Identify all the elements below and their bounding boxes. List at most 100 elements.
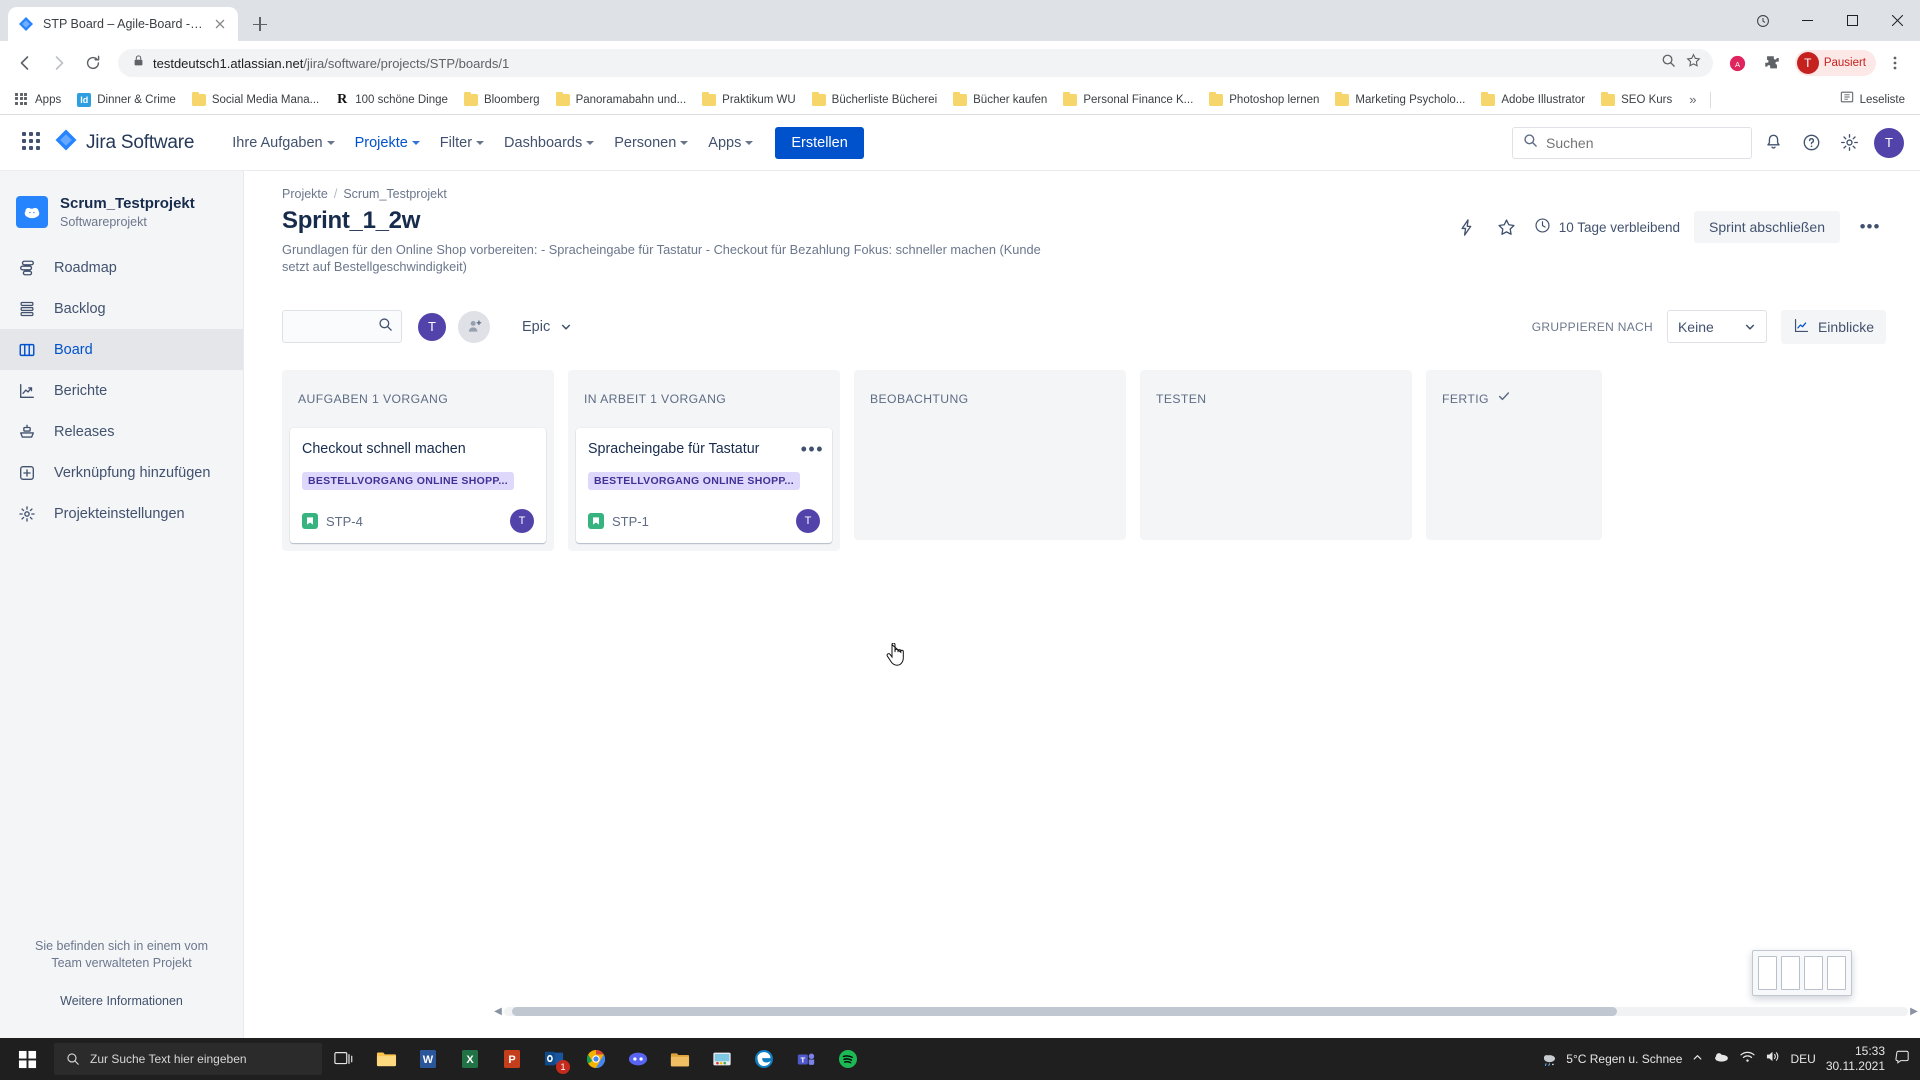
word-icon[interactable]: W — [408, 1038, 448, 1080]
browser-profile-button[interactable]: T Pausiert — [1794, 50, 1876, 76]
sidebar-item-roadmap[interactable]: Roadmap — [0, 247, 243, 288]
back-icon[interactable] — [10, 48, 40, 78]
close-window-button[interactable] — [1875, 0, 1920, 41]
scroll-left-arrow-icon[interactable]: ◀ — [492, 1006, 504, 1017]
sidebar-item-berichte[interactable]: Berichte — [0, 370, 243, 411]
clock-widget[interactable]: 15:33 30.11.2021 — [1826, 1044, 1885, 1074]
task-view-icon[interactable] — [324, 1038, 364, 1080]
sidebar-item-releases[interactable]: Releases — [0, 411, 243, 452]
sidebar-item-board[interactable]: Board — [0, 329, 243, 370]
complete-sprint-button[interactable]: Sprint abschließen — [1694, 211, 1840, 243]
minimize-button[interactable] — [1785, 0, 1830, 41]
sidebar-item-backlog[interactable]: Backlog — [0, 288, 243, 329]
spotify-icon[interactable] — [828, 1038, 868, 1080]
chrome-icon[interactable] — [576, 1038, 616, 1080]
jira-search-box[interactable] — [1512, 126, 1752, 159]
start-button[interactable] — [4, 1038, 50, 1080]
board-search-box[interactable] — [282, 310, 402, 344]
jira-logo[interactable]: Jira Software — [54, 128, 194, 157]
onedrive-icon[interactable] — [1713, 1050, 1730, 1068]
more-info-link[interactable]: Weitere Informationen — [22, 994, 221, 1008]
bookmark-item[interactable]: Photoshop lernen — [1202, 91, 1326, 109]
minimize-to-tray-icon[interactable] — [1740, 0, 1785, 41]
group-by-select[interactable]: Keine — [1666, 310, 1767, 344]
discord-icon[interactable] — [618, 1038, 658, 1080]
scroll-right-arrow-icon[interactable]: ▶ — [1908, 1006, 1920, 1017]
more-actions-button[interactable]: ••• — [1854, 211, 1886, 243]
card-issue-key[interactable]: STP-1 — [612, 514, 649, 529]
epic-tag[interactable]: BESTELLVORGANG ONLINE SHOPP... — [588, 472, 800, 491]
bookmark-item[interactable]: Marketing Psycholo... — [1328, 91, 1472, 109]
reading-list-button[interactable]: Leseliste — [1833, 87, 1912, 112]
nav-item-personen[interactable]: Personen — [604, 127, 698, 159]
insights-button[interactable]: Einblicke — [1780, 309, 1886, 344]
notifications-icon[interactable] — [1756, 126, 1790, 160]
chrome-menu-icon[interactable] — [1880, 48, 1910, 78]
folder-icon[interactable] — [660, 1038, 700, 1080]
star-icon[interactable] — [1494, 214, 1520, 240]
sidebar-item-verknuepfung-hinzufuegen[interactable]: Verknüpfung hinzufügen — [0, 452, 243, 493]
address-bar[interactable]: testdeutsch1.atlassian.net/jira/software… — [118, 49, 1713, 77]
search-input[interactable] — [1546, 134, 1741, 151]
excel-icon[interactable]: X — [450, 1038, 490, 1080]
bookmark-item[interactable]: R 100 schöne Dinge — [328, 90, 455, 110]
outlook-icon[interactable]: 1 — [534, 1038, 574, 1080]
new-tab-button[interactable] — [246, 10, 274, 38]
teams-icon[interactable]: T — [786, 1038, 826, 1080]
card-assignee-avatar[interactable]: T — [796, 509, 820, 534]
bookmark-item[interactable]: Praktikum WU — [695, 91, 802, 109]
bookmark-item[interactable]: Panoramabahn und... — [549, 91, 694, 109]
zoom-search-icon[interactable] — [1661, 53, 1676, 73]
bookmark-item[interactable]: Adobe Illustrator — [1474, 91, 1592, 109]
bookmark-star-icon[interactable] — [1686, 53, 1701, 73]
nav-item-ihre-aufgaben[interactable]: Ihre Aufgaben — [222, 127, 344, 159]
nav-item-projekte[interactable]: Projekte — [345, 127, 430, 159]
add-people-button[interactable] — [458, 310, 490, 343]
breadcrumb-project[interactable]: Scrum_Testprojekt — [343, 187, 447, 201]
bookmark-item[interactable]: Bloomberg — [457, 91, 547, 109]
card-more-actions-button[interactable]: ••• — [801, 440, 824, 458]
network-icon[interactable] — [1740, 1050, 1756, 1068]
page-title[interactable]: Sprint_1_2w — [282, 207, 1414, 235]
extensions-puzzle-icon[interactable] — [1757, 48, 1787, 78]
project-header[interactable]: Scrum_Testprojekt Softwareprojekt — [0, 189, 243, 247]
app-switcher-icon[interactable] — [22, 131, 44, 154]
powerpoint-icon[interactable]: P — [492, 1038, 532, 1080]
board-minimap-overlay[interactable] — [1752, 950, 1852, 996]
board-avatar-filter[interactable]: T — [416, 310, 448, 343]
maximize-button[interactable] — [1830, 0, 1875, 41]
bookmark-item[interactable]: Bücher kaufen — [946, 91, 1054, 109]
forward-icon[interactable] — [44, 48, 74, 78]
scrollbar-track[interactable] — [504, 1007, 1908, 1016]
breadcrumb-projects[interactable]: Projekte — [282, 187, 328, 201]
notification-center-icon[interactable] — [1895, 1050, 1910, 1069]
create-button[interactable]: Erstellen — [775, 126, 864, 159]
lightning-bolt-icon[interactable] — [1454, 214, 1480, 240]
board-horizontal-scrollbar[interactable]: ◀ ▶ — [492, 1006, 1920, 1017]
file-explorer-icon[interactable] — [366, 1038, 406, 1080]
volume-icon[interactable] — [1765, 1050, 1780, 1068]
extension-adblock-icon[interactable]: A — [1723, 48, 1753, 78]
board-card[interactable]: Checkout schnell machen BESTELLVORGANG O… — [290, 427, 546, 544]
card-assignee-avatar[interactable]: T — [510, 509, 534, 534]
reload-icon[interactable] — [78, 48, 108, 78]
user-avatar[interactable]: T — [1874, 127, 1904, 158]
board-search-input[interactable] — [291, 319, 378, 335]
card-issue-key[interactable]: STP-4 — [326, 514, 363, 529]
browser-tab[interactable]: STP Board – Agile-Board - Jira — [8, 7, 238, 41]
bookmark-item[interactable]: Personal Finance K... — [1056, 91, 1200, 109]
nav-item-filter[interactable]: Filter — [430, 127, 494, 159]
bookmark-item[interactable]: SEO Kurs — [1594, 91, 1679, 109]
weather-widget[interactable]: 5°C Regen u. Schnee — [1541, 1052, 1682, 1067]
close-icon[interactable] — [212, 16, 228, 32]
scrollbar-thumb[interactable] — [512, 1007, 1617, 1016]
tray-expand-icon[interactable] — [1692, 1050, 1703, 1068]
sidebar-item-projekteinstellungen[interactable]: Projekteinstellungen — [0, 493, 243, 534]
nav-item-apps[interactable]: Apps — [698, 127, 763, 159]
edge-icon[interactable] — [744, 1038, 784, 1080]
nav-item-dashboards[interactable]: Dashboards — [494, 127, 604, 159]
board-card[interactable]: Spracheingabe für Tastatur ••• BESTELLVO… — [576, 427, 832, 544]
paint-icon[interactable] — [702, 1038, 742, 1080]
bookmark-item[interactable]: Id Dinner & Crime — [70, 90, 183, 110]
bookmark-item[interactable]: Bücherliste Bücherei — [805, 91, 944, 109]
